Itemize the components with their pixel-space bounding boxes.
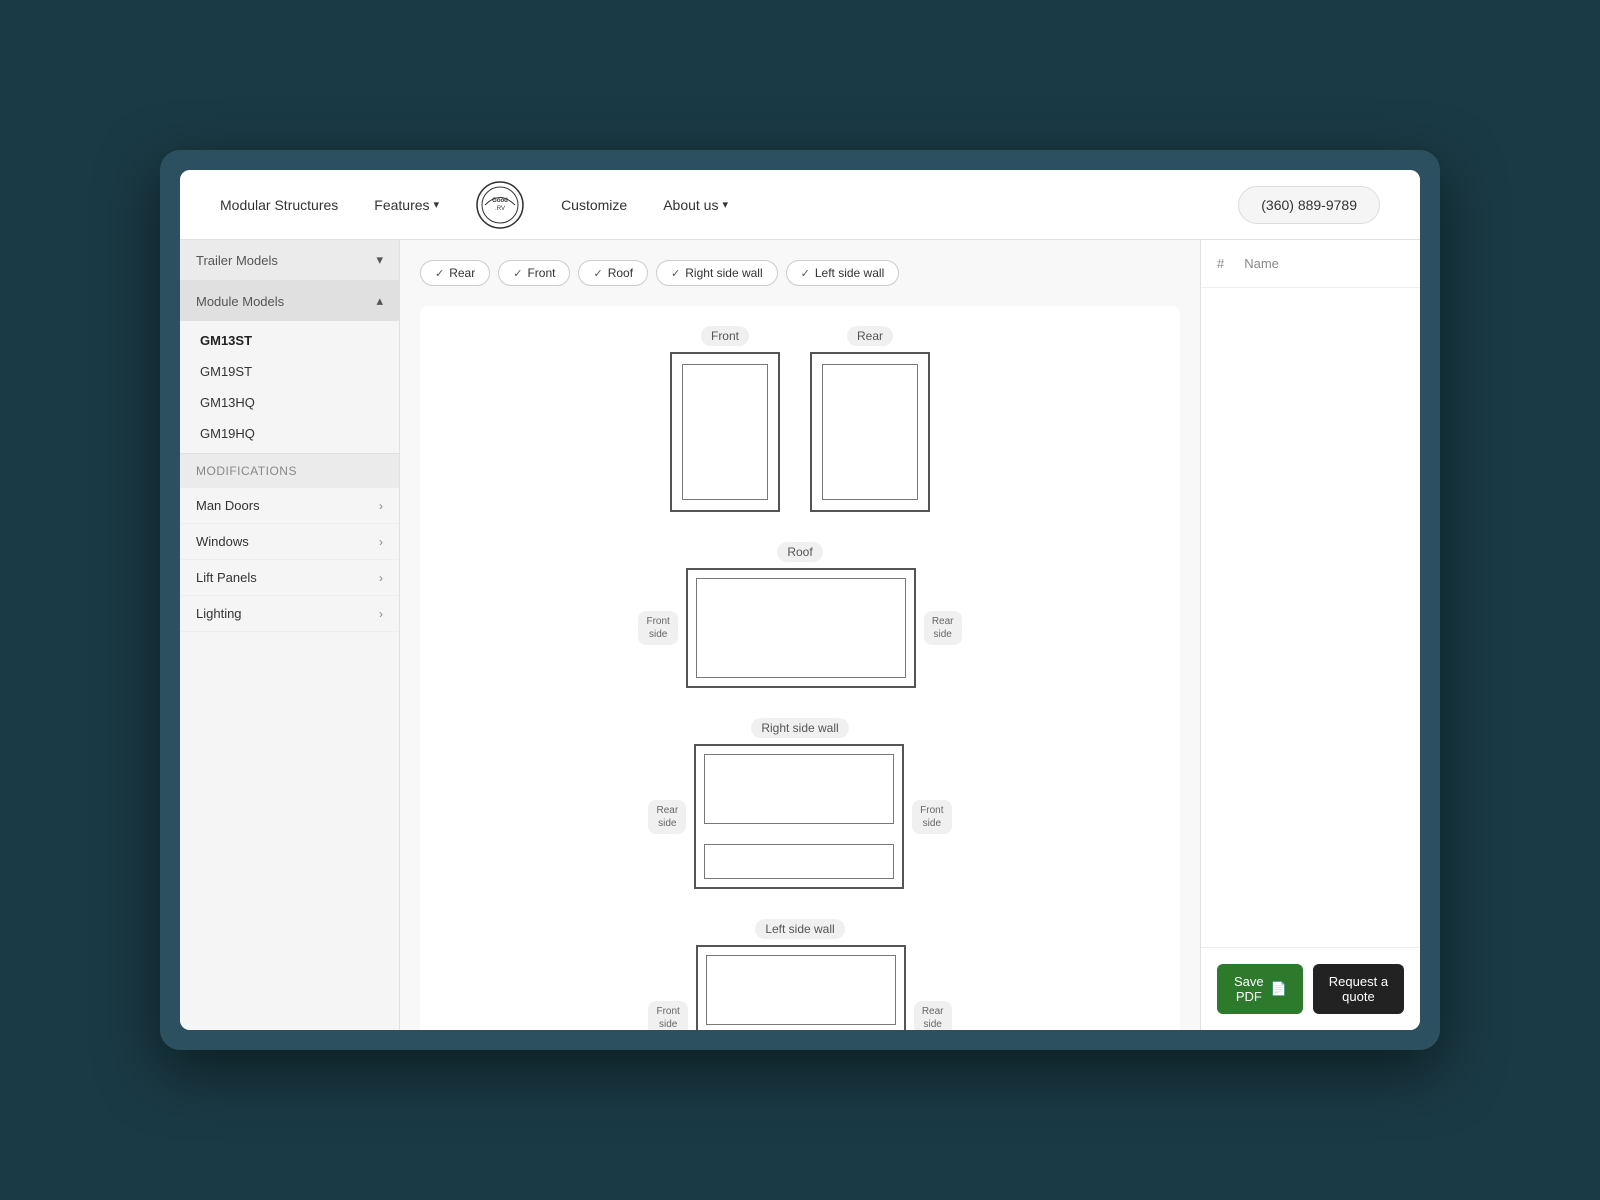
rear-inner-frame — [822, 364, 918, 500]
diagram-container: Front Rear — [420, 306, 1180, 1030]
features-chevron-icon: ▾ — [434, 198, 440, 211]
model-item-gm19hq[interactable]: GM19HQ — [180, 418, 399, 449]
about-chevron-icon: ▾ — [722, 198, 728, 211]
trailer-models-header[interactable]: Trailer Models ▾ — [180, 240, 399, 280]
modifications-header: Modifications — [180, 454, 399, 488]
filter-chip-left-wall[interactable]: ✓ Left side wall — [786, 260, 900, 286]
filter-chip-right-wall[interactable]: ✓ Right side wall — [656, 260, 778, 286]
left-wall-rear-label: Rearside — [914, 1001, 952, 1031]
lift-panels-chevron-icon: › — [379, 571, 383, 585]
phone-button[interactable]: (360) 889-9789 — [1238, 186, 1380, 224]
sidebar: Trailer Models ▾ Module Models ▴ GM13ST … — [180, 240, 400, 1030]
save-pdf-button[interactable]: Save PDF 📄 — [1217, 964, 1303, 1014]
request-quote-button[interactable]: Request a quote — [1313, 964, 1404, 1014]
app-container: Modular Structures Features ▾ Good .RV C… — [180, 170, 1420, 1030]
svg-text:.RV: .RV — [495, 206, 505, 212]
front-label: Front — [701, 326, 749, 346]
rear-blueprint — [810, 352, 930, 512]
roof-check-icon: ✓ — [593, 267, 602, 280]
right-wall-diagram: Rearside Frontside — [648, 744, 951, 889]
filter-bar: ✓ Rear ✓ Front ✓ Roof ✓ Right side wall — [420, 260, 1180, 286]
right-panel-footer: Save PDF 📄 Request a quote — [1201, 947, 1420, 1030]
mod-item-windows[interactable]: Windows › — [180, 524, 399, 560]
right-wall-rear-label: Rearside — [648, 800, 686, 834]
module-models-section: Module Models ▴ GM13ST GM19ST GM13HQ GM1… — [180, 281, 399, 454]
left-wall-check-icon: ✓ — [801, 267, 810, 280]
col-name: Name — [1244, 256, 1279, 271]
mod-item-lighting[interactable]: Lighting › — [180, 596, 399, 632]
rear-check-icon: ✓ — [435, 267, 444, 280]
roof-inner-frame — [696, 578, 906, 678]
left-wall-front-label: Frontside — [648, 1001, 687, 1031]
man-doors-chevron-icon: › — [379, 499, 383, 513]
left-wall-blueprint — [696, 945, 906, 1030]
right-wall-inner-bottom — [704, 844, 894, 879]
left-wall-label: Left side wall — [755, 919, 844, 939]
left-wall-section: Left side wall Frontside Rearside — [440, 919, 1160, 1030]
right-panel-content — [1201, 288, 1420, 947]
models-list: GM13ST GM19ST GM13HQ GM19HQ — [180, 321, 399, 453]
roof-label: Roof — [777, 542, 822, 562]
trailer-models-section: Trailer Models ▾ — [180, 240, 399, 281]
right-wall-section: Right side wall Rearside Frontside — [440, 718, 1160, 889]
nav-item-features[interactable]: Features ▾ — [374, 197, 439, 213]
main-layout: Trailer Models ▾ Module Models ▴ GM13ST … — [180, 240, 1420, 1030]
right-wall-blueprint — [694, 744, 904, 889]
trailer-models-chevron-icon: ▾ — [376, 252, 383, 268]
front-inner-frame — [682, 364, 768, 500]
roof-diagram: Frontside Rearside — [638, 568, 961, 688]
model-item-gm13hq[interactable]: GM13HQ — [180, 387, 399, 418]
filter-chip-rear[interactable]: ✓ Rear — [420, 260, 490, 286]
mod-item-man-doors[interactable]: Man Doors › — [180, 488, 399, 524]
right-panel: # Name Save PDF 📄 Request a quote — [1200, 240, 1420, 1030]
model-item-gm13st[interactable]: GM13ST — [180, 325, 399, 356]
rear-panel-diagram: Rear — [810, 326, 930, 512]
mod-items-list: Man Doors › Windows › Lift Panels › Ligh… — [180, 488, 399, 632]
filter-chip-front[interactable]: ✓ Front — [498, 260, 570, 286]
roof-section: Roof Frontside Rearside — [440, 542, 1160, 688]
right-panel-header: # Name — [1201, 240, 1420, 288]
nav-item-customize[interactable]: Customize — [561, 197, 627, 213]
nav-left: Modular Structures Features ▾ Good .RV C… — [220, 180, 728, 230]
nav-item-about-us[interactable]: About us ▾ — [663, 197, 728, 213]
device-frame: Modular Structures Features ▾ Good .RV C… — [160, 150, 1440, 1050]
right-wall-inner-top — [704, 754, 894, 824]
roof-rear-side-label: Rearside — [924, 611, 962, 645]
right-wall-front-label: Frontside — [912, 800, 951, 834]
front-check-icon: ✓ — [513, 267, 522, 280]
left-wall-diagram: Frontside Rearside — [648, 945, 951, 1030]
nav-right: (360) 889-9789 — [1238, 186, 1380, 224]
navbar: Modular Structures Features ▾ Good .RV C… — [180, 170, 1420, 240]
left-wall-inner-top — [706, 955, 896, 1025]
front-blueprint — [670, 352, 780, 512]
lighting-chevron-icon: › — [379, 607, 383, 621]
module-models-chevron-icon: ▴ — [376, 293, 383, 309]
logo-icon: Good .RV — [475, 180, 525, 230]
model-item-gm19st[interactable]: GM19ST — [180, 356, 399, 387]
nav-item-modular-structures[interactable]: Modular Structures — [220, 197, 338, 213]
col-hash: # — [1217, 256, 1224, 271]
mod-item-lift-panels[interactable]: Lift Panels › — [180, 560, 399, 596]
front-panel-diagram: Front — [670, 326, 780, 512]
content-area: ✓ Rear ✓ Front ✓ Roof ✓ Right side wall — [400, 240, 1200, 1030]
roof-blueprint — [686, 568, 916, 688]
right-wall-check-icon: ✓ — [671, 267, 680, 280]
module-models-header[interactable]: Module Models ▴ — [180, 281, 399, 321]
roof-front-side-label: Frontside — [638, 611, 677, 645]
save-pdf-icon: 📄 — [1271, 981, 1287, 997]
right-wall-label: Right side wall — [751, 718, 848, 738]
windows-chevron-icon: › — [379, 535, 383, 549]
front-rear-row: Front Rear — [440, 326, 1160, 512]
filter-chip-roof[interactable]: ✓ Roof — [578, 260, 648, 286]
rear-label: Rear — [847, 326, 893, 346]
